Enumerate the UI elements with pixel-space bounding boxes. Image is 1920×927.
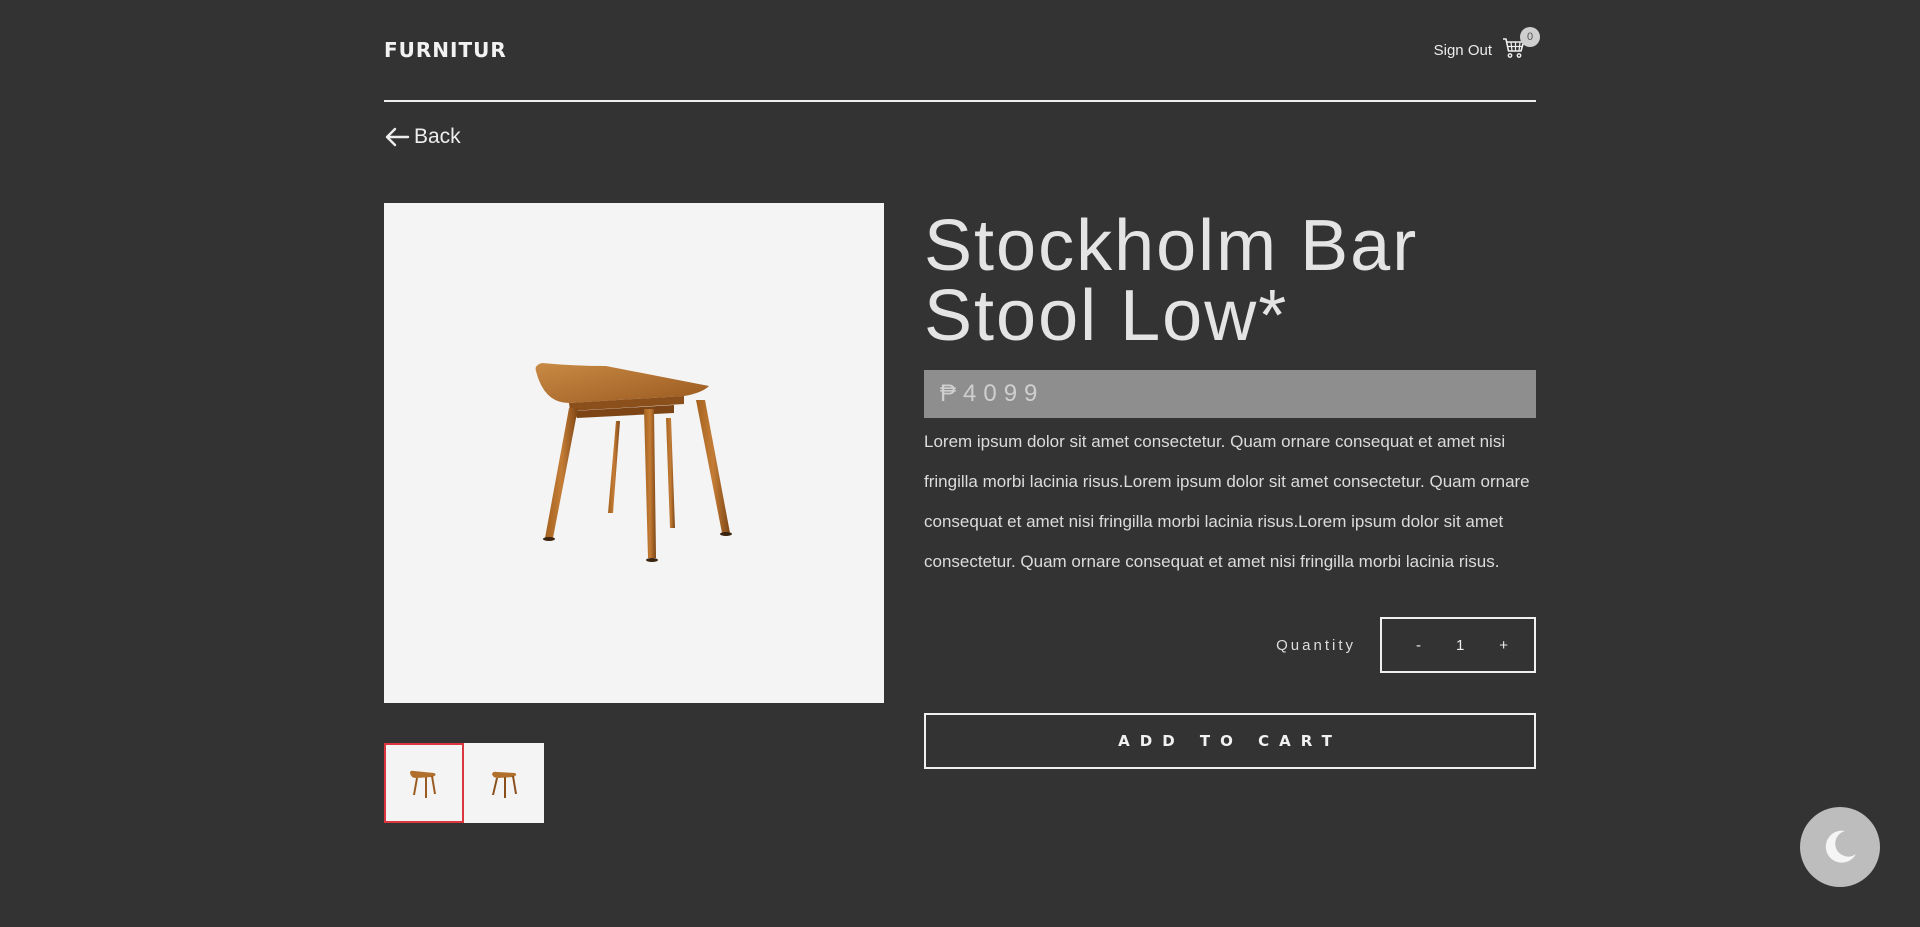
stool-thumbnail-image bbox=[410, 770, 436, 798]
header: FURNITUR Sign Out 0 bbox=[384, 0, 1540, 102]
thumbnail-2[interactable] bbox=[464, 743, 544, 823]
arrow-left-icon bbox=[385, 127, 410, 147]
content-container: FURNITUR Sign Out 0 Back Stockholm Bar S… bbox=[384, 0, 1540, 823]
stool-image bbox=[535, 363, 732, 562]
cart-count-badge: 0 bbox=[1520, 27, 1540, 47]
sign-out-link[interactable]: Sign Out bbox=[1434, 42, 1492, 59]
moon-icon bbox=[1825, 830, 1856, 863]
increment-button[interactable]: + bbox=[1499, 637, 1508, 654]
thumbnail-1[interactable] bbox=[384, 743, 464, 823]
product-price: ₱4099 bbox=[924, 370, 1536, 418]
decrement-button[interactable]: - bbox=[1416, 637, 1421, 654]
quantity-value: 1 bbox=[1455, 636, 1465, 654]
product-title-line-1: Stockholm Bar bbox=[924, 206, 1419, 286]
product-title-line-2: Stool Low* bbox=[924, 276, 1289, 356]
product-main-image bbox=[384, 203, 884, 703]
theme-toggle-button[interactable] bbox=[1800, 807, 1880, 887]
logo[interactable]: FURNITUR bbox=[384, 38, 507, 62]
product-page: FURNITUR Sign Out 0 Back Stockholm Bar S… bbox=[0, 0, 1920, 927]
thumbnail-strip bbox=[384, 743, 544, 823]
back-link[interactable]: Back bbox=[384, 125, 461, 149]
product-title: Stockholm Bar Stool Low* bbox=[924, 203, 1536, 352]
quantity-stepper: - 1 + bbox=[1380, 617, 1536, 673]
add-to-cart-button[interactable]: ADD TO CART bbox=[924, 713, 1536, 769]
cart-button[interactable]: 0 bbox=[1502, 27, 1540, 62]
stool-thumbnail-image bbox=[492, 771, 517, 798]
quantity-label: Quantity bbox=[1276, 636, 1356, 654]
back-label: Back bbox=[414, 125, 461, 148]
product-description: Lorem ipsum dolor sit amet consectetur. … bbox=[924, 432, 1530, 571]
quantity-row: Quantity - 1 + bbox=[1276, 617, 1536, 673]
product-info: Stockholm Bar Stool Low* ₱4099 Lorem ips… bbox=[924, 203, 1536, 769]
